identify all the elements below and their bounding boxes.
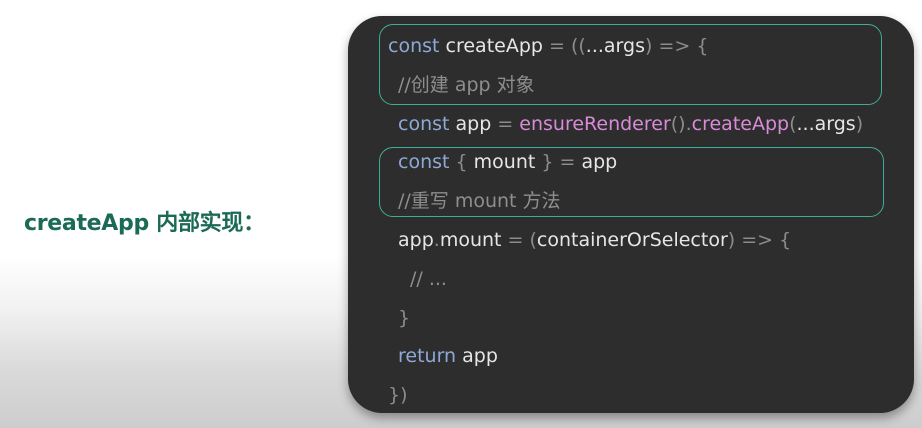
call-parens: (): [670, 113, 686, 135]
identifier-mount: mount: [473, 151, 536, 173]
paren-open: (: [529, 229, 537, 251]
code-line-7: // ...: [410, 267, 447, 291]
operator-assign: =: [491, 113, 520, 135]
param-args: args: [814, 113, 856, 135]
closing-brace-paren: }): [388, 384, 408, 406]
property-mount: mount: [439, 229, 502, 251]
comment-rewrite-mount: //重写 mount 方法: [398, 190, 561, 212]
brace-close: }: [398, 307, 411, 329]
paren-open: (: [789, 113, 797, 135]
code-line-3: const app = ensureRenderer().createApp(.…: [398, 112, 863, 136]
spread-operator: ...: [796, 113, 815, 135]
keyword-const: const: [398, 113, 450, 135]
brace-close: }: [535, 151, 554, 173]
code-line-9: return app: [398, 344, 498, 368]
code-line-5: //重写 mount 方法: [398, 189, 561, 213]
operator-assign: =: [501, 229, 530, 251]
keyword-const: const: [398, 151, 450, 173]
function-ensureRenderer: ensureRenderer: [519, 113, 671, 135]
operator-assign: =: [553, 151, 582, 173]
paren-open: ((: [570, 35, 586, 57]
function-createApp: createApp: [691, 113, 790, 135]
code-panel: const createApp = ((...args) => { //创建 a…: [348, 16, 914, 413]
arrow-operator: => {: [735, 229, 792, 251]
identifier-app: app: [462, 345, 498, 367]
code-line-8: }: [398, 306, 410, 330]
keyword-const: const: [388, 35, 440, 57]
identifier-createApp: createApp: [445, 35, 543, 57]
brace-open: {: [455, 151, 474, 173]
code-line-2: //创建 app 对象: [398, 73, 535, 97]
slide-label: createApp 内部实现：: [24, 211, 265, 236]
arrow-operator: => {: [652, 35, 709, 57]
comment-ellipsis: // ...: [410, 268, 447, 290]
operator-assign: =: [542, 35, 571, 57]
param-args: args: [603, 35, 645, 57]
identifier-app: app: [398, 229, 434, 251]
code-line-1: const createApp = ((...args) => {: [388, 34, 708, 58]
code-line-10: }): [388, 383, 408, 407]
code-line-4: const { mount } = app: [398, 150, 617, 174]
spread-operator: ...: [585, 35, 604, 57]
identifier-app: app: [581, 151, 618, 173]
param-containerOrSelector: containerOrSelector: [536, 229, 728, 251]
code-line-6: app.mount = (containerOrSelector) => {: [398, 228, 791, 252]
keyword-return: return: [398, 345, 457, 367]
comment-create-app: //创建 app 对象: [398, 74, 535, 96]
identifier-app: app: [455, 113, 492, 135]
paren-close: ): [855, 113, 864, 135]
